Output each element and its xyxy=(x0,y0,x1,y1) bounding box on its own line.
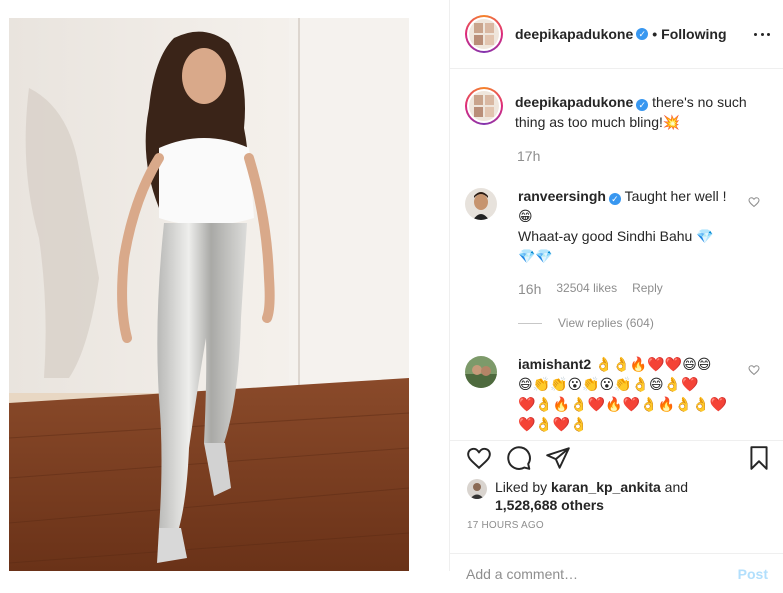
comment-text-line: 😁 xyxy=(518,208,533,224)
add-comment-box: Add a comment… Post xyxy=(450,553,783,593)
author-avatar[interactable] xyxy=(469,19,499,49)
add-comment-input[interactable]: Add a comment… xyxy=(466,566,578,582)
comment-text-line: ❤️👌🔥👌❤️🔥❤️👌🔥👌👌❤️ xyxy=(518,396,728,412)
view-replies-button[interactable]: View replies (604) xyxy=(518,316,768,330)
post-timestamp[interactable]: 17 HOURS AGO xyxy=(467,520,544,531)
replies-divider xyxy=(518,322,542,324)
caption-username[interactable]: deepikapadukone xyxy=(515,94,633,110)
post-header: deepikapadukone ✓ • Following xyxy=(450,0,783,69)
likes-text: Liked by karan_kp_ankita and 1,528,688 o… xyxy=(495,478,688,514)
like-comment-heart-icon[interactable] xyxy=(748,196,760,208)
instagram-post: deepikapadukone ✓ • Following deepikapad… xyxy=(0,0,783,582)
likes-prefix: Liked by xyxy=(495,479,548,495)
reply-button[interactable]: Reply xyxy=(632,281,663,297)
comment-text-line: Whaat-ay good Sindhi Bahu 💎 xyxy=(518,228,714,244)
likes-summary: Liked by karan_kp_ankita and 1,528,688 o… xyxy=(467,478,688,514)
comment-likes[interactable]: 32504 likes xyxy=(556,281,617,297)
likes-connector: and xyxy=(664,479,689,495)
caption-avatar[interactable] xyxy=(469,91,499,121)
caption-body: deepikapadukone ✓ there's no such thing a… xyxy=(515,87,768,132)
comments-list[interactable]: deepikapadukone ✓ there's no such thing a… xyxy=(450,69,783,440)
post-photo-illustration xyxy=(9,18,409,571)
comment-item: iamishant2 👌👌🔥❤️❤️😄😄 😄👏👏😮👏😮👏👌😄👌❤️ ❤️👌🔥👌❤… xyxy=(465,352,768,434)
post-comment-button[interactable]: Post xyxy=(738,566,768,582)
commenter-username[interactable]: ranveersingh xyxy=(518,188,606,204)
comment-item: ranveersingh ✓ Taught her well ! 😁 Whaat-… xyxy=(465,184,768,266)
liker-username[interactable]: karan_kp_ankita xyxy=(551,479,661,495)
post-sidebar: deepikapadukone ✓ • Following deepikapad… xyxy=(449,0,783,582)
comment-text-line: 👌👌🔥❤️❤️😄😄 xyxy=(595,356,712,372)
post-caption: deepikapadukone ✓ there's no such thing a… xyxy=(465,87,768,132)
author-avatar-ring[interactable] xyxy=(465,15,503,53)
share-icon[interactable] xyxy=(545,445,571,471)
commenter-avatar[interactable] xyxy=(465,188,497,220)
comment-text-line: 💎💎 xyxy=(518,248,553,264)
photo-panel xyxy=(0,0,449,571)
following-button[interactable]: Following xyxy=(661,26,726,42)
heart-icon[interactable] xyxy=(466,445,492,471)
comment-text-line: Taught her well ! xyxy=(624,188,727,204)
verified-badge-icon: ✓ xyxy=(636,99,649,111)
caption-avatar-ring[interactable] xyxy=(465,87,503,125)
action-bar xyxy=(450,440,783,480)
comment-body: ranveersingh ✓ Taught her well ! 😁 Whaat-… xyxy=(518,184,736,266)
comment-text-line: 😄👏👏😮👏😮👏👌😄👌❤️ xyxy=(518,376,699,392)
likes-count[interactable]: 1,528,688 others xyxy=(495,497,604,513)
comment-text-line: ❤️👌❤️👌 xyxy=(518,416,588,432)
post-photo[interactable] xyxy=(9,18,409,571)
commenter-avatar[interactable] xyxy=(465,356,497,388)
bookmark-icon[interactable] xyxy=(746,445,772,471)
separator-dot: • xyxy=(652,26,658,42)
liker-avatar[interactable] xyxy=(467,479,487,499)
view-replies-label[interactable]: View replies (604) xyxy=(558,316,654,330)
comment-timestamp[interactable]: 16h xyxy=(518,281,541,297)
author-username[interactable]: deepikapadukone xyxy=(515,26,633,42)
comment-meta: 16h 32504 likes Reply xyxy=(518,281,768,297)
verified-badge-icon: ✓ xyxy=(608,193,621,205)
more-options-icon[interactable] xyxy=(754,27,770,41)
like-comment-heart-icon[interactable] xyxy=(748,364,760,376)
commenter-username[interactable]: iamishant2 xyxy=(518,356,591,372)
comment-body: iamishant2 👌👌🔥❤️❤️😄😄 😄👏👏😮👏😮👏👌😄👌❤️ ❤️👌🔥👌❤… xyxy=(518,352,736,434)
caption-timestamp[interactable]: 17h xyxy=(517,148,768,164)
verified-badge-icon: ✓ xyxy=(636,28,649,40)
comment-icon[interactable] xyxy=(506,445,532,471)
